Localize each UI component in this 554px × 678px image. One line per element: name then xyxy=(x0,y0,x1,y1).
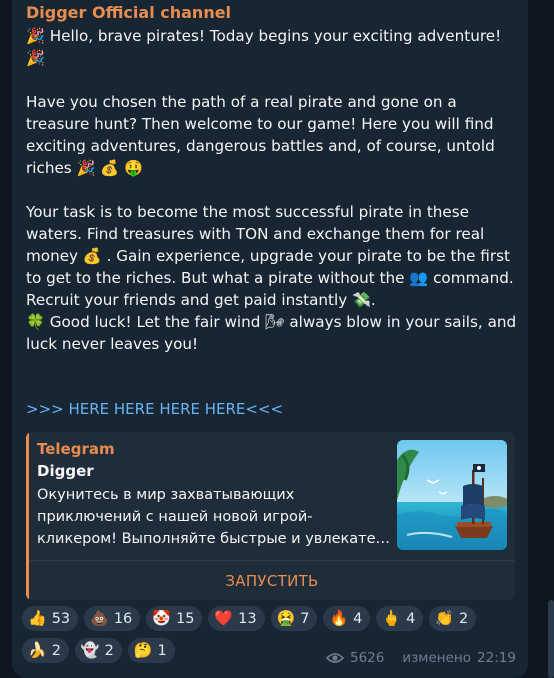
reaction-count: 4 xyxy=(353,610,363,627)
poop-icon: 💩 xyxy=(90,609,109,627)
preview-image[interactable] xyxy=(397,440,507,550)
message-line: exciting adventures, dangerous battles a… xyxy=(26,137,495,155)
reaction-ghost[interactable]: 👻 2 xyxy=(74,638,122,663)
reaction-count: 2 xyxy=(104,642,114,659)
thumbs-up-icon: 👍 xyxy=(28,609,47,627)
reaction-thumbs-up[interactable]: 👍 53 xyxy=(22,606,79,631)
reaction-vomit[interactable]: 🤮 7 xyxy=(270,606,318,631)
preview-description-line: Окунитесь в мир захватывающих xyxy=(37,487,295,503)
reaction-count: 4 xyxy=(406,610,416,627)
message-time: 22:19 xyxy=(477,650,516,666)
reaction-middle-finger[interactable]: 🖕 4 xyxy=(376,606,424,631)
reactions-row: 👍 53 💩 16 🤡 15 ❤️ 13 🤮 7 🔥 4 🖕 4 👏 2 xyxy=(22,606,492,631)
message-line: riches 🎉 💰 🤑 xyxy=(26,159,143,177)
reaction-count: 2 xyxy=(459,610,469,627)
ghost-icon: 👻 xyxy=(80,641,100,659)
eye-icon xyxy=(326,653,344,663)
reaction-poop[interactable]: 💩 16 xyxy=(84,606,141,631)
message-line: Have you chosen the path of a real pirat… xyxy=(26,93,457,111)
reaction-count: 13 xyxy=(238,610,257,627)
reaction-count: 1 xyxy=(157,642,167,659)
reaction-count: 15 xyxy=(175,610,195,627)
reaction-count: 53 xyxy=(51,610,71,627)
heart-icon: ❤️ xyxy=(214,609,234,627)
message-line: to get to the riches. But what a pirate … xyxy=(26,269,514,287)
middle-finger-icon: 🖕 xyxy=(382,609,402,627)
reaction-heart[interactable]: ❤️ 13 xyxy=(208,606,265,631)
message-line: money 💰 . Gain experience, upgrade your … xyxy=(26,247,510,265)
reaction-count: 2 xyxy=(51,642,61,659)
banana-icon: 🍌 xyxy=(28,641,47,659)
message-line: 🎉 xyxy=(26,49,45,67)
reaction-count: 16 xyxy=(113,610,133,627)
message-link[interactable]: >>> HERE HERE HERE HERE<<< xyxy=(26,400,283,418)
reaction-clap[interactable]: 👏 2 xyxy=(429,606,477,631)
thinking-face-icon: 🤔 xyxy=(133,641,153,659)
message-line: Recruit your friends and get paid instan… xyxy=(26,291,376,309)
link-preview[interactable]: Telegram Digger Окунитесь в мир захватыв… xyxy=(26,432,515,600)
view-count: 5626 xyxy=(350,650,385,666)
message-line xyxy=(26,69,526,91)
launch-button[interactable]: ЗАПУСТИТЬ xyxy=(29,560,515,600)
message-footer: 5626 изменено 22:19 xyxy=(326,650,516,666)
reaction-count: 7 xyxy=(300,610,310,627)
channel-name[interactable]: Digger Official channel xyxy=(26,3,231,22)
reaction-clown[interactable]: 🤡 15 xyxy=(146,606,203,631)
message-line: 🍀 Good luck! Let the fair wind 🌬 always … xyxy=(26,313,517,331)
reaction-banana[interactable]: 🍌 2 xyxy=(22,638,69,663)
preview-title: Digger xyxy=(37,462,94,480)
message-text: 🎉 Hello, brave pirates! Today begins you… xyxy=(26,25,526,355)
reaction-fire[interactable]: 🔥 4 xyxy=(323,606,371,631)
preview-description: Окунитесь в мир захватывающих приключени… xyxy=(37,484,392,550)
pirate-ship-illustration xyxy=(397,440,507,550)
clap-icon: 👏 xyxy=(435,609,455,627)
preview-description-line: приключений с нашей новой игрой- xyxy=(37,509,313,525)
message-line: waters. Find treasures with TON and exch… xyxy=(26,225,485,243)
message-line xyxy=(26,179,526,201)
reaction-thinking[interactable]: 🤔 1 xyxy=(127,638,175,663)
edited-label: изменено xyxy=(402,650,472,666)
message-line: treasure hunt? Then welcome to our game!… xyxy=(26,115,494,133)
message-line: 🎉 Hello, brave pirates! Today begins you… xyxy=(26,27,502,45)
message-line: luck never leaves you! xyxy=(26,335,199,353)
fire-icon: 🔥 xyxy=(329,609,349,627)
message-line: Your task is to become the most successf… xyxy=(26,203,470,221)
scrollbar-thumb[interactable] xyxy=(548,600,554,678)
preview-site-name: Telegram xyxy=(37,440,115,458)
preview-description-line: кликером! Выполняйте быстрые и увлекате… xyxy=(37,531,391,547)
vomit-icon: 🤮 xyxy=(276,609,296,627)
clown-icon: 🤡 xyxy=(152,609,171,627)
